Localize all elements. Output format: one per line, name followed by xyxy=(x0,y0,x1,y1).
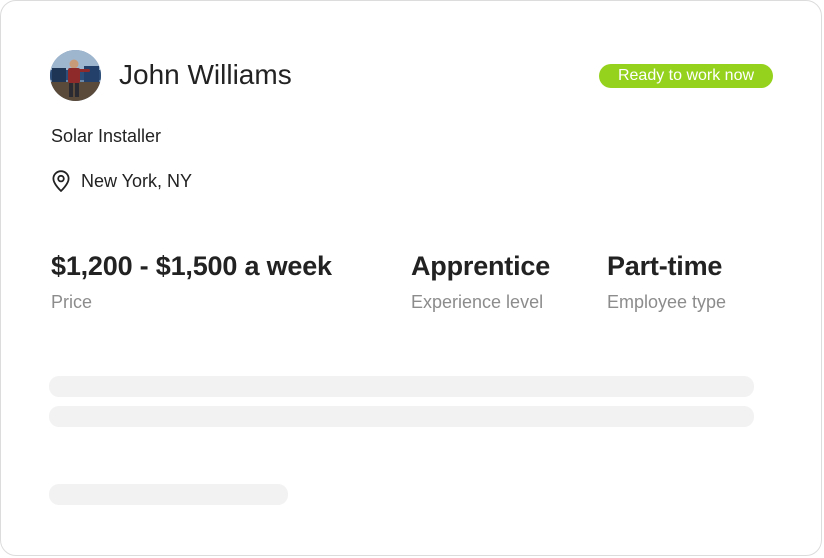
location-row: New York, NY xyxy=(50,168,192,194)
stat-price: $1,200 - $1,500 a week Price xyxy=(51,249,332,314)
skeleton-line-short xyxy=(49,484,288,505)
stat-experience: Apprentice Experience level xyxy=(411,249,550,314)
stat-employee-type: Part-time Employee type xyxy=(607,249,726,314)
map-pin-icon xyxy=(50,169,72,193)
skeleton-line xyxy=(49,406,754,427)
skeleton-line xyxy=(49,376,754,397)
candidate-name: John Williams xyxy=(119,59,292,90)
experience-label: Experience level xyxy=(411,292,544,312)
price-value: $1,200 - $1,500 a week xyxy=(51,251,332,281)
avatar[interactable] xyxy=(50,50,101,101)
employee-type-value: Part-time xyxy=(607,251,723,281)
availability-badge: Ready to work now xyxy=(599,64,773,88)
price-label: Price xyxy=(51,292,93,312)
avatar-photo xyxy=(50,50,101,101)
location-text: New York, NY xyxy=(81,171,193,191)
experience-value: Apprentice xyxy=(411,251,551,281)
employee-type-label: Employee type xyxy=(607,292,727,312)
job-title: Solar Installer xyxy=(51,126,162,146)
candidate-card[interactable]: John Williams Ready to work now Solar In… xyxy=(0,0,822,556)
